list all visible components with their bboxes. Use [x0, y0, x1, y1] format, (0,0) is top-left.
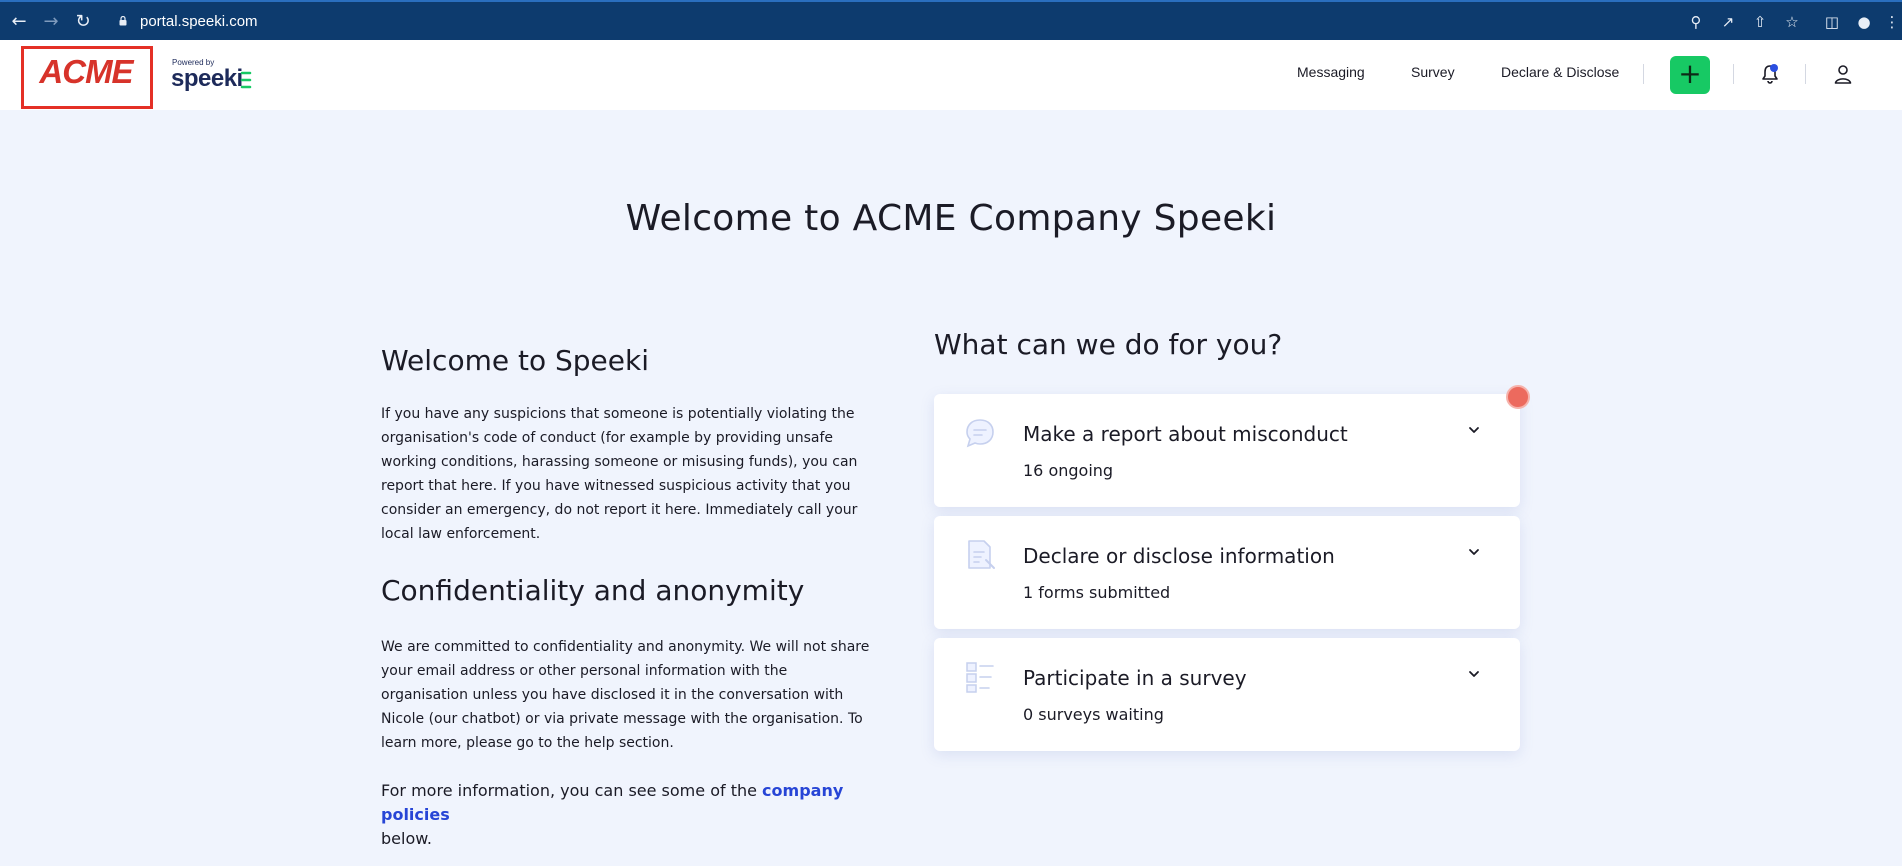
nav-divider — [1733, 64, 1734, 84]
profile-avatar-icon[interactable]: ● — [1854, 12, 1874, 32]
lock-icon — [119, 16, 127, 26]
card-title: Participate in a survey — [1023, 666, 1247, 690]
side-panel-icon[interactable]: ◫ — [1822, 12, 1842, 32]
key-icon[interactable]: ⚲ — [1686, 12, 1706, 32]
card-report-misconduct[interactable]: Make a report about misconduct 16 ongoin… — [934, 394, 1520, 507]
forward-arrow-icon[interactable]: → — [41, 12, 61, 32]
nav-messaging[interactable]: Messaging — [1297, 64, 1365, 80]
confidentiality-heading: Confidentiality and anonymity — [381, 574, 805, 607]
speeki-mark-icon — [240, 71, 252, 89]
bookmark-star-icon[interactable]: ☆ — [1782, 12, 1802, 32]
nav-survey[interactable]: Survey — [1411, 64, 1455, 80]
more-info-suffix: below. — [381, 829, 432, 848]
nav-declare-disclose[interactable]: Declare & Disclose — [1501, 64, 1619, 80]
card-declare-disclose[interactable]: Declare or disclose information 1 forms … — [934, 516, 1520, 629]
card-title: Declare or disclose information — [1023, 544, 1335, 568]
info-column: Welcome to Speeki If you have any suspic… — [381, 340, 871, 851]
checklist-icon — [966, 662, 994, 693]
page-title: Welcome to ACME Company Speeki — [625, 198, 1277, 239]
notification-badge — [1770, 64, 1778, 72]
chevron-down-icon[interactable] — [1466, 422, 1482, 438]
card-subtitle: 0 surveys waiting — [1023, 705, 1164, 724]
welcome-text: If you have any suspicions that someone … — [381, 406, 858, 542]
back-arrow-icon[interactable]: ← — [9, 12, 29, 32]
browser-toolbar: ← → ↻ portal.speeki.com ⚲ ↗ ⇧ ☆ ◫ ● ⋮ — [0, 0, 1902, 40]
open-external-icon[interactable]: ↗ — [1718, 12, 1738, 32]
add-button[interactable]: + — [1670, 56, 1710, 94]
card-subtitle: 16 ongoing — [1023, 461, 1114, 480]
menu-dots-icon[interactable]: ⋮ — [1882, 12, 1902, 32]
card-subtitle: 1 forms submitted — [1023, 583, 1171, 602]
chevron-down-icon[interactable] — [1466, 544, 1482, 560]
more-info-prefix: For more information, you can see some o… — [381, 781, 763, 800]
nav-divider — [1805, 64, 1806, 84]
document-edit-icon — [968, 540, 995, 569]
address-bar[interactable]: portal.speeki.com — [140, 9, 258, 35]
speeki-logo: speeki — [171, 65, 243, 92]
chevron-down-icon[interactable] — [1466, 666, 1482, 682]
nav-divider — [1643, 64, 1644, 84]
welcome-heading: Welcome to Speeki — [381, 344, 649, 377]
chat-bubble-icon — [966, 419, 994, 448]
share-icon[interactable]: ⇧ — [1750, 12, 1770, 32]
acme-logo[interactable]: ACME — [30, 53, 142, 91]
user-account-icon[interactable] — [1832, 63, 1854, 85]
confidentiality-text: We are committed to confidentiality and … — [381, 639, 870, 751]
card-participate-survey[interactable]: Participate in a survey 0 surveys waitin… — [934, 638, 1520, 751]
reload-icon[interactable]: ↻ — [73, 12, 93, 32]
cursor-indicator — [1506, 385, 1530, 409]
services-heading: What can we do for you? — [934, 328, 1283, 361]
card-title: Make a report about misconduct — [1023, 422, 1348, 446]
more-info-text: For more information, you can see some o… — [381, 779, 871, 851]
